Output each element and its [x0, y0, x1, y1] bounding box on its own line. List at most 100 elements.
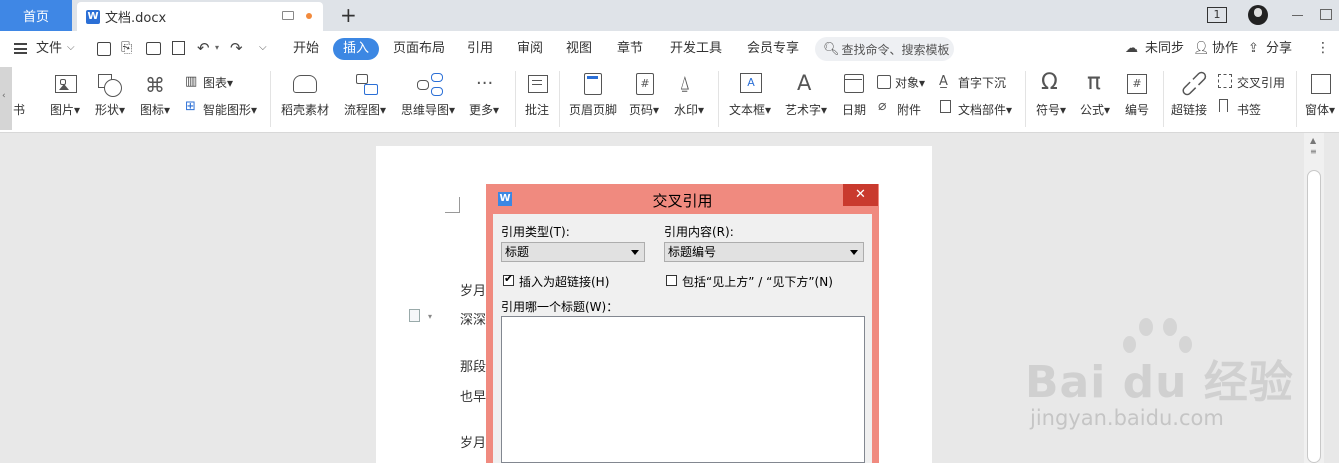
chart-button[interactable]: 图表▾	[203, 74, 233, 91]
docer-material-button[interactable]: 稻壳素材	[281, 101, 329, 118]
new-tab-button[interactable]: +	[340, 3, 357, 27]
attachment-icon: ⌀	[878, 98, 887, 114]
page-number-icon[interactable]: #	[636, 73, 654, 95]
page-count-badge: 1	[1207, 7, 1227, 23]
mindmap-button[interactable]: 思维导图▾	[401, 101, 455, 118]
chevron-down-icon[interactable]: ⌵	[67, 42, 75, 53]
window-icon[interactable]	[1311, 74, 1331, 94]
tab-home[interactable]: 首页	[0, 0, 72, 31]
header-footer-icon[interactable]	[584, 73, 602, 95]
menu-developer[interactable]: 开发工具	[670, 31, 722, 67]
formula-icon[interactable]: π	[1087, 69, 1101, 95]
tab-document[interactable]: W 文档.docx	[77, 2, 323, 31]
redo-icon[interactable]: ↷	[230, 39, 243, 57]
dropcap-icon: A̲	[939, 74, 948, 89]
avatar[interactable]	[1248, 5, 1268, 25]
minimize-button[interactable]	[1292, 15, 1303, 16]
mindmap-icon[interactable]	[417, 73, 443, 97]
object-button[interactable]: 对象▾	[895, 74, 925, 91]
smart-art-button[interactable]: 智能图形▾	[203, 101, 257, 118]
scroll-up-icon[interactable]: ▲	[1310, 136, 1316, 145]
symbol-button[interactable]: 符号▾	[1036, 101, 1066, 118]
bookmark-button[interactable]: 书签	[1237, 101, 1261, 118]
textbox-button[interactable]: 文本框▾	[729, 101, 771, 118]
menu-file[interactable]: 文件	[36, 31, 62, 67]
hyperlink-button[interactable]: 超链接	[1171, 101, 1207, 118]
more-options-icon[interactable]: ⋮	[1316, 40, 1330, 56]
tab-bar: 首页 W 文档.docx + 1	[0, 0, 1339, 32]
ribbon-insert: ‹ 书 图片▾ 形状▾ ⌘ 图标▾ ▥ 图表▾ ⊞ 智能图形▾ 稻壳素材 流程图…	[0, 63, 1339, 133]
watermark-button[interactable]: 水印▾	[674, 101, 704, 118]
flowchart-icon[interactable]	[356, 74, 378, 96]
ref-content-value: 标题编号	[668, 245, 717, 259]
picture-icon[interactable]	[55, 75, 77, 93]
header-footer-button[interactable]: 页眉页脚	[569, 101, 617, 118]
ref-type-select[interactable]: 标题	[501, 242, 645, 262]
comment-icon[interactable]	[528, 75, 548, 93]
paragraph-menu-icon[interactable]	[409, 309, 420, 322]
watermark-icon[interactable]: ⍙	[679, 72, 690, 94]
picture-button[interactable]: 图片▾	[50, 101, 80, 118]
more-button[interactable]: 更多▾	[469, 101, 499, 118]
crossref-button[interactable]: 交叉引用	[1237, 74, 1285, 91]
sync-status[interactable]: 未同步	[1145, 31, 1184, 67]
command-search-input[interactable]: 🔍︎ 查找命令、搜索模板	[815, 37, 954, 61]
quick-access-dropdown-icon[interactable]: ⌵	[259, 42, 267, 53]
print-preview-icon[interactable]	[172, 41, 185, 55]
date-icon[interactable]	[844, 74, 864, 93]
scroll-top-icon[interactable]: ≡	[1310, 147, 1317, 156]
window-button[interactable]: 窗体▾	[1305, 101, 1335, 118]
wordart-button[interactable]: 艺术字▾	[785, 101, 827, 118]
dropcap-button[interactable]: 首字下沉	[958, 74, 1006, 91]
shape-icon[interactable]	[98, 74, 122, 97]
symbol-icon[interactable]: Ω	[1041, 70, 1058, 95]
maximize-button[interactable]	[1320, 9, 1332, 20]
comment-button[interactable]: 批注	[525, 101, 549, 118]
menu-start[interactable]: 开始	[293, 31, 319, 67]
include-above-below-checkbox[interactable]	[666, 275, 677, 286]
menu-insert[interactable]: 插入	[333, 38, 380, 60]
print-icon[interactable]	[146, 42, 161, 55]
hamburger-icon[interactable]	[14, 43, 27, 54]
heading-listbox[interactable]	[501, 316, 865, 463]
icon-library-icon[interactable]: ⌘	[145, 73, 165, 97]
ribbon-scroll-left[interactable]: ‹	[0, 67, 12, 130]
undo-dropdown-icon[interactable]: ▾	[215, 43, 219, 52]
icon-button[interactable]: 图标▾	[140, 101, 170, 118]
menu-view[interactable]: 视图	[566, 31, 592, 67]
ref-type-label: 引用类型(T):	[501, 225, 570, 239]
menu-chapter[interactable]: 章节	[617, 31, 643, 67]
unsaved-dot-icon	[306, 13, 312, 19]
docer-material-icon[interactable]	[293, 75, 317, 93]
collab-button[interactable]: 协作	[1212, 31, 1238, 67]
dialog-close-button[interactable]: ✕	[843, 184, 878, 206]
textbox-icon[interactable]: A	[740, 73, 762, 93]
undo-icon[interactable]: ↶	[197, 39, 210, 57]
attachment-button[interactable]: 附件	[897, 101, 921, 118]
hyperlink-icon[interactable]: ⊂⊃	[1173, 63, 1214, 104]
date-button[interactable]: 日期	[842, 101, 866, 118]
share-button[interactable]: 分享	[1266, 31, 1292, 67]
save-icon[interactable]	[97, 42, 111, 56]
flowchart-button[interactable]: 流程图▾	[344, 101, 386, 118]
checkmark-icon: ✔	[504, 272, 514, 285]
doc-parts-button[interactable]: 文档部件▾	[958, 101, 1012, 118]
menu-references[interactable]: 引用	[467, 31, 493, 67]
menu-member[interactable]: 会员专享	[747, 31, 799, 67]
page-number-button[interactable]: 页码▾	[629, 101, 659, 118]
menu-review[interactable]: 审阅	[517, 31, 543, 67]
crossref-icon	[1218, 74, 1232, 88]
menu-page-layout[interactable]: 页面布局	[393, 31, 445, 67]
numbering-button[interactable]: 编号	[1125, 101, 1149, 118]
more-icon[interactable]: ···	[476, 73, 493, 94]
insert-hyperlink-label[interactable]: 插入为超链接(H)	[519, 273, 609, 290]
shape-button[interactable]: 形状▾	[95, 101, 125, 118]
paragraph-menu-dropdown-icon[interactable]: ▾	[428, 312, 432, 321]
export-pdf-icon[interactable]: ⎘	[121, 40, 132, 56]
wordart-icon[interactable]: A	[797, 71, 811, 95]
numbering-icon[interactable]: #	[1127, 74, 1147, 94]
include-above-below-label[interactable]: 包括“见上方” / “见下方”(N)	[682, 273, 833, 290]
formula-button[interactable]: 公式▾	[1080, 101, 1110, 118]
insert-hyperlink-checkbox[interactable]: ✔	[503, 272, 514, 286]
ref-content-select[interactable]: 标题编号	[664, 242, 864, 262]
